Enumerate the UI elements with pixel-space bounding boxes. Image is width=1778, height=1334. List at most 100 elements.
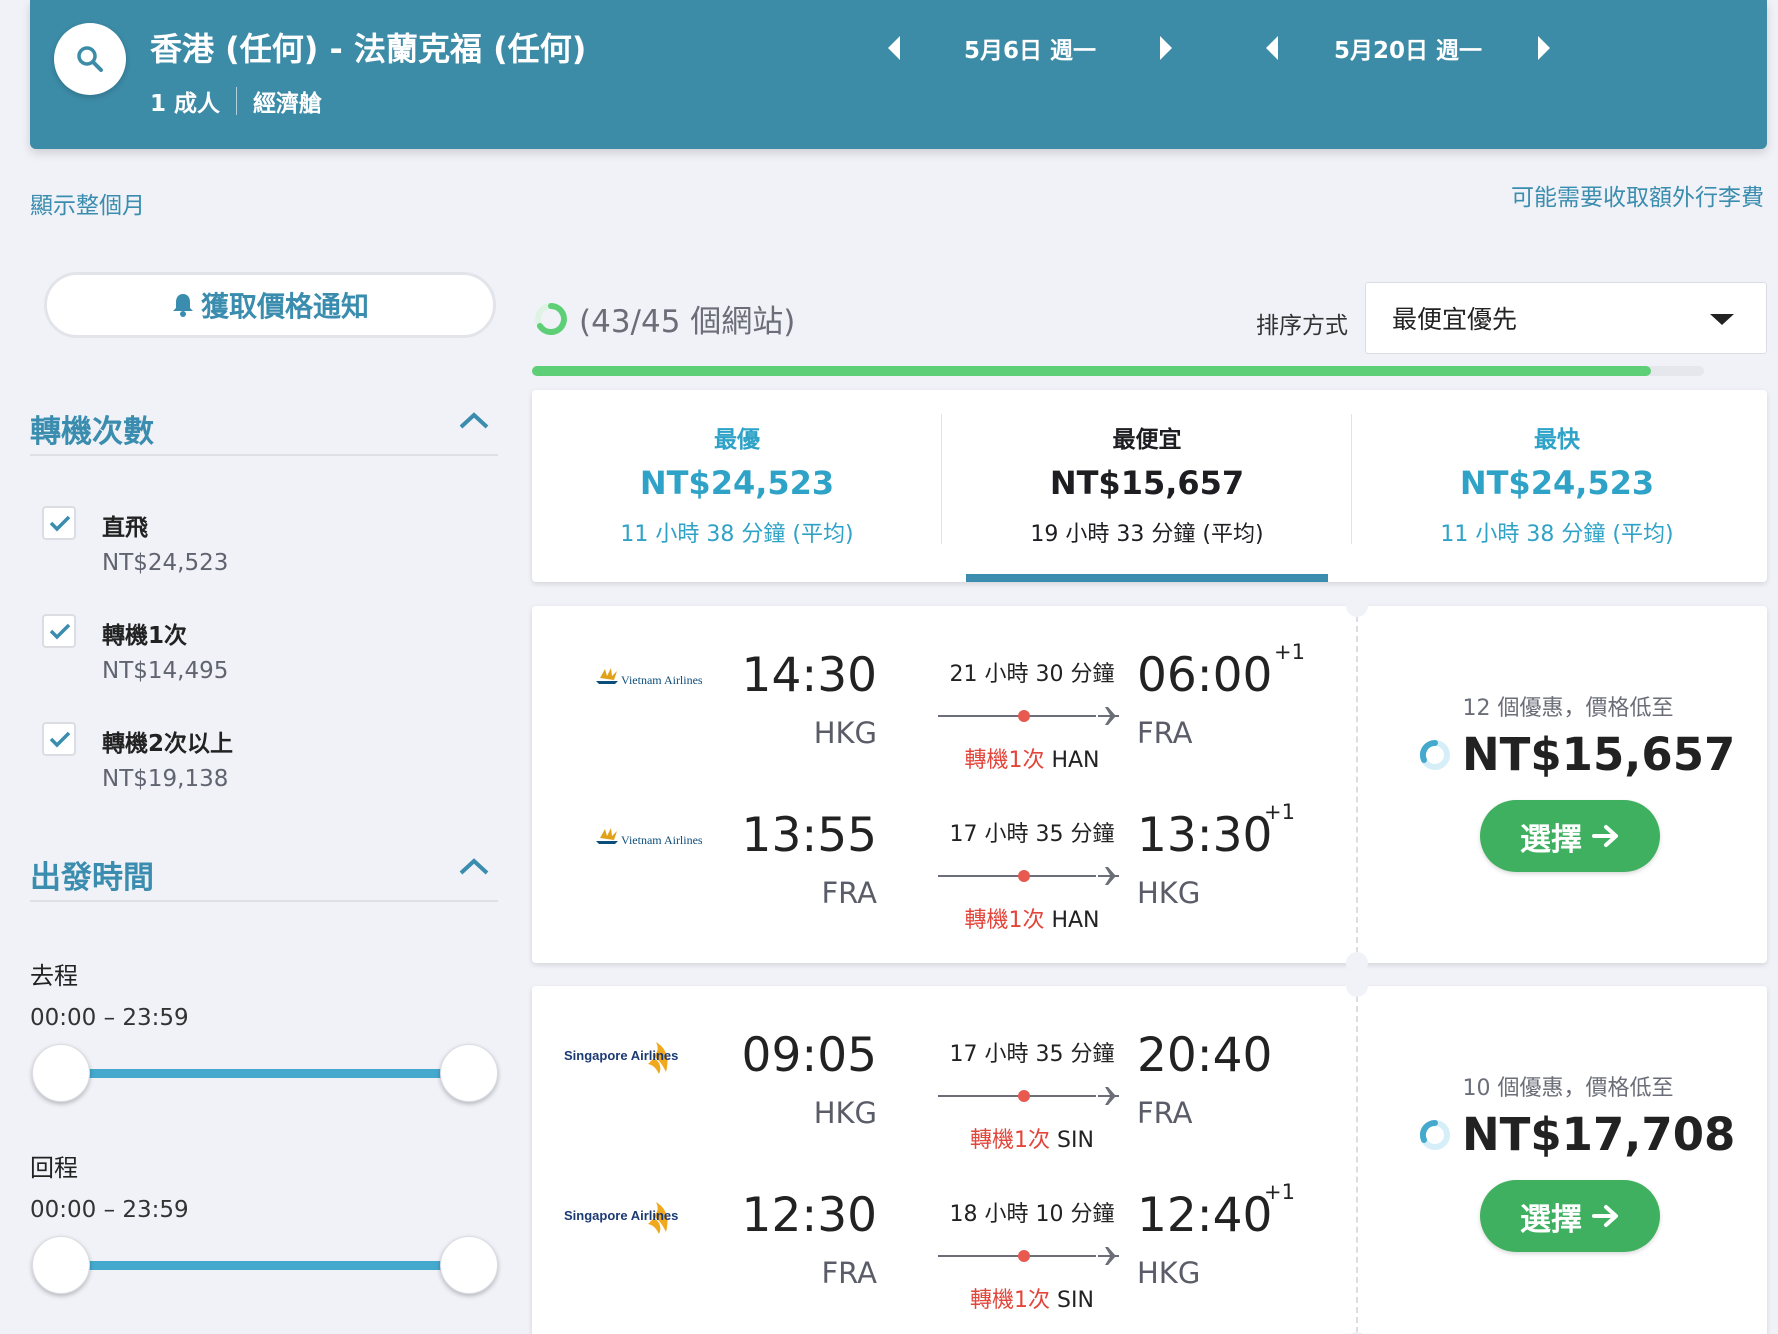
result-card[interactable]: Singapore Airlines 09:05 HKG 17 小時 35 分鐘…	[532, 975, 1767, 1334]
next-depart-date-icon[interactable]	[1160, 36, 1172, 60]
slider-track	[60, 1261, 470, 1270]
slider-handle-start[interactable]	[32, 1236, 90, 1294]
price-value: NT$15,657	[1462, 728, 1736, 781]
sort-tabs: 最優 NT$24,523 11 小時 38 分鐘 (平均) 最便宜 NT$15,…	[532, 390, 1767, 582]
tab-title: 最優	[714, 427, 760, 453]
airline-name: Vietnam Airlines	[621, 833, 702, 847]
stop-option-label: 轉機2次以上	[102, 731, 234, 757]
outbound-time-filter: 去程 00:00 – 23:59	[30, 956, 500, 1102]
arrival-time: 06:00	[1137, 648, 1273, 703]
stopover-dot	[1018, 1090, 1030, 1102]
next-return-date-icon[interactable]	[1538, 36, 1550, 60]
return-date[interactable]: 5月20日 週一	[1278, 31, 1538, 65]
site-count-text: (43/45 個網站)	[579, 304, 796, 340]
departure-time: 12:30	[741, 1188, 877, 1243]
tab-duration: 19 小時 33 分鐘 (平均)	[1030, 522, 1264, 547]
route-title[interactable]: 香港 (任何) - 法蘭克福 (任何)	[150, 24, 586, 70]
sort-dropdown[interactable]: 最便宜優先	[1365, 282, 1767, 354]
ticket-notch	[1346, 595, 1368, 617]
departure-airport: FRA	[821, 876, 878, 910]
arrival-airport: HKG	[1137, 1256, 1201, 1290]
airline-name: Singapore Airlines	[564, 1048, 678, 1063]
price-alert-label: 獲取價格通知	[200, 290, 369, 323]
departure-time-title: 出發時間	[30, 860, 154, 896]
select-label: 選擇	[1520, 821, 1582, 858]
divider	[1356, 996, 1358, 1333]
outbound-time-slider[interactable]	[30, 1042, 500, 1104]
flight-leg-outbound: Singapore Airlines 09:05 HKG 17 小時 35 分鐘…	[532, 1028, 1352, 1178]
select-label: 選擇	[1520, 1201, 1582, 1238]
checkbox-direct[interactable]	[42, 506, 76, 540]
tab-cheapest[interactable]: 最便宜 NT$15,657 19 小時 33 分鐘 (平均)	[942, 390, 1352, 582]
route-line-bar	[938, 1255, 1096, 1257]
prev-depart-date-icon[interactable]	[888, 36, 900, 60]
stop-option-label: 轉機1次	[102, 623, 188, 649]
return-time-filter: 回程 00:00 – 23:59	[30, 1148, 500, 1294]
arrival-time: 20:40	[1137, 1028, 1273, 1083]
return-range: 00:00 – 23:59	[30, 1197, 189, 1223]
select-button[interactable]: 選擇	[1480, 800, 1660, 872]
sort-selected-value: 最便宜優先	[1392, 305, 1518, 334]
lowest-price: NT$15,657	[1418, 728, 1735, 781]
prev-return-date-icon[interactable]	[1266, 36, 1278, 60]
result-card[interactable]: Vietnam Airlines 14:30 HKG 21 小時 30 分鐘 轉…	[532, 595, 1768, 974]
stopover-dot	[1018, 710, 1030, 722]
tab-price: NT$15,657	[1049, 464, 1245, 502]
stopover-info: 轉機1次 HAN	[932, 902, 1132, 934]
route-line	[938, 867, 1119, 885]
search-progress-bar	[532, 366, 1704, 376]
stopover-dot	[1018, 1250, 1030, 1262]
select-button[interactable]: 選擇	[1480, 1180, 1660, 1252]
depart-date[interactable]: 5月6日 週一	[900, 31, 1160, 65]
stop-count: 轉機1次	[964, 908, 1045, 933]
outbound-label: 去程	[30, 962, 78, 990]
stop-count: 轉機1次	[970, 1128, 1051, 1153]
stopover-dot	[1018, 870, 1030, 882]
show-whole-month-link[interactable]: 顯示整個月	[30, 186, 145, 220]
return-date-nav: 5月20日 週一	[1266, 30, 1550, 66]
baggage-fee-link[interactable]: 可能需要收取額外行李費	[1511, 178, 1764, 212]
tab-fastest[interactable]: 最快 NT$24,523 11 小時 38 分鐘 (平均)	[1352, 390, 1762, 582]
arrow-right-icon	[1592, 1205, 1618, 1227]
tab-duration: 11 小時 38 分鐘 (平均)	[620, 522, 854, 547]
ticket-notch	[1346, 975, 1368, 997]
search-icon	[77, 46, 103, 72]
deal-summary: 12 個優惠，價格低至 NT$15,657 選擇	[1368, 606, 1768, 963]
next-day-indicator: +1	[1264, 800, 1295, 824]
depart-date-nav: 5月6日 週一	[888, 30, 1172, 66]
stopover-info: 轉機1次 SIN	[932, 1282, 1132, 1314]
slider-handle-start[interactable]	[32, 1044, 90, 1102]
passenger-cabin-summary[interactable]: 1 成人 經濟艙	[150, 84, 322, 118]
flight-leg-return: Singapore Airlines 12:30 FRA 18 小時 10 分鐘…	[532, 1180, 1352, 1334]
route-line	[938, 707, 1119, 725]
slider-handle-end[interactable]	[440, 1044, 498, 1102]
vietnam-airlines-logo: Vietnam Airlines	[596, 828, 702, 847]
airline-name: Singapore Airlines	[564, 1208, 678, 1223]
stops-filter-header[interactable]: 轉機次數	[30, 406, 498, 456]
site-search-status: (43/45 個網站)	[533, 296, 795, 341]
plane-icon	[1098, 707, 1119, 725]
route-line	[938, 1247, 1119, 1265]
chevron-up-icon[interactable]	[458, 410, 490, 430]
divider	[1356, 616, 1358, 953]
singapore-airlines-logo: Singapore Airlines	[564, 1202, 678, 1234]
plane-icon	[1098, 867, 1119, 885]
price-value: NT$17,708	[1462, 1108, 1736, 1161]
divider	[236, 87, 238, 115]
stop-count: 轉機1次	[964, 748, 1045, 773]
checkbox-one-stop[interactable]	[42, 614, 76, 648]
edit-search-button[interactable]	[54, 23, 126, 95]
stop-option-price: NT$19,138	[102, 766, 229, 792]
stopover-info: 轉機1次 SIN	[932, 1122, 1132, 1154]
departure-time: 09:05	[741, 1028, 877, 1083]
price-alert-button[interactable]: 獲取價格通知	[44, 272, 496, 338]
arrival-airport: FRA	[1137, 716, 1193, 750]
checkbox-two-plus[interactable]	[42, 722, 76, 756]
return-time-slider[interactable]	[30, 1234, 500, 1296]
flight-duration: 17 小時 35 分鐘	[949, 1042, 1115, 1067]
departure-time-filter-header[interactable]: 出發時間	[30, 852, 498, 902]
slider-handle-end[interactable]	[440, 1236, 498, 1294]
chevron-up-icon[interactable]	[458, 856, 490, 876]
tab-best[interactable]: 最優 NT$24,523 11 小時 38 分鐘 (平均)	[532, 390, 942, 582]
route-line	[938, 1087, 1119, 1105]
